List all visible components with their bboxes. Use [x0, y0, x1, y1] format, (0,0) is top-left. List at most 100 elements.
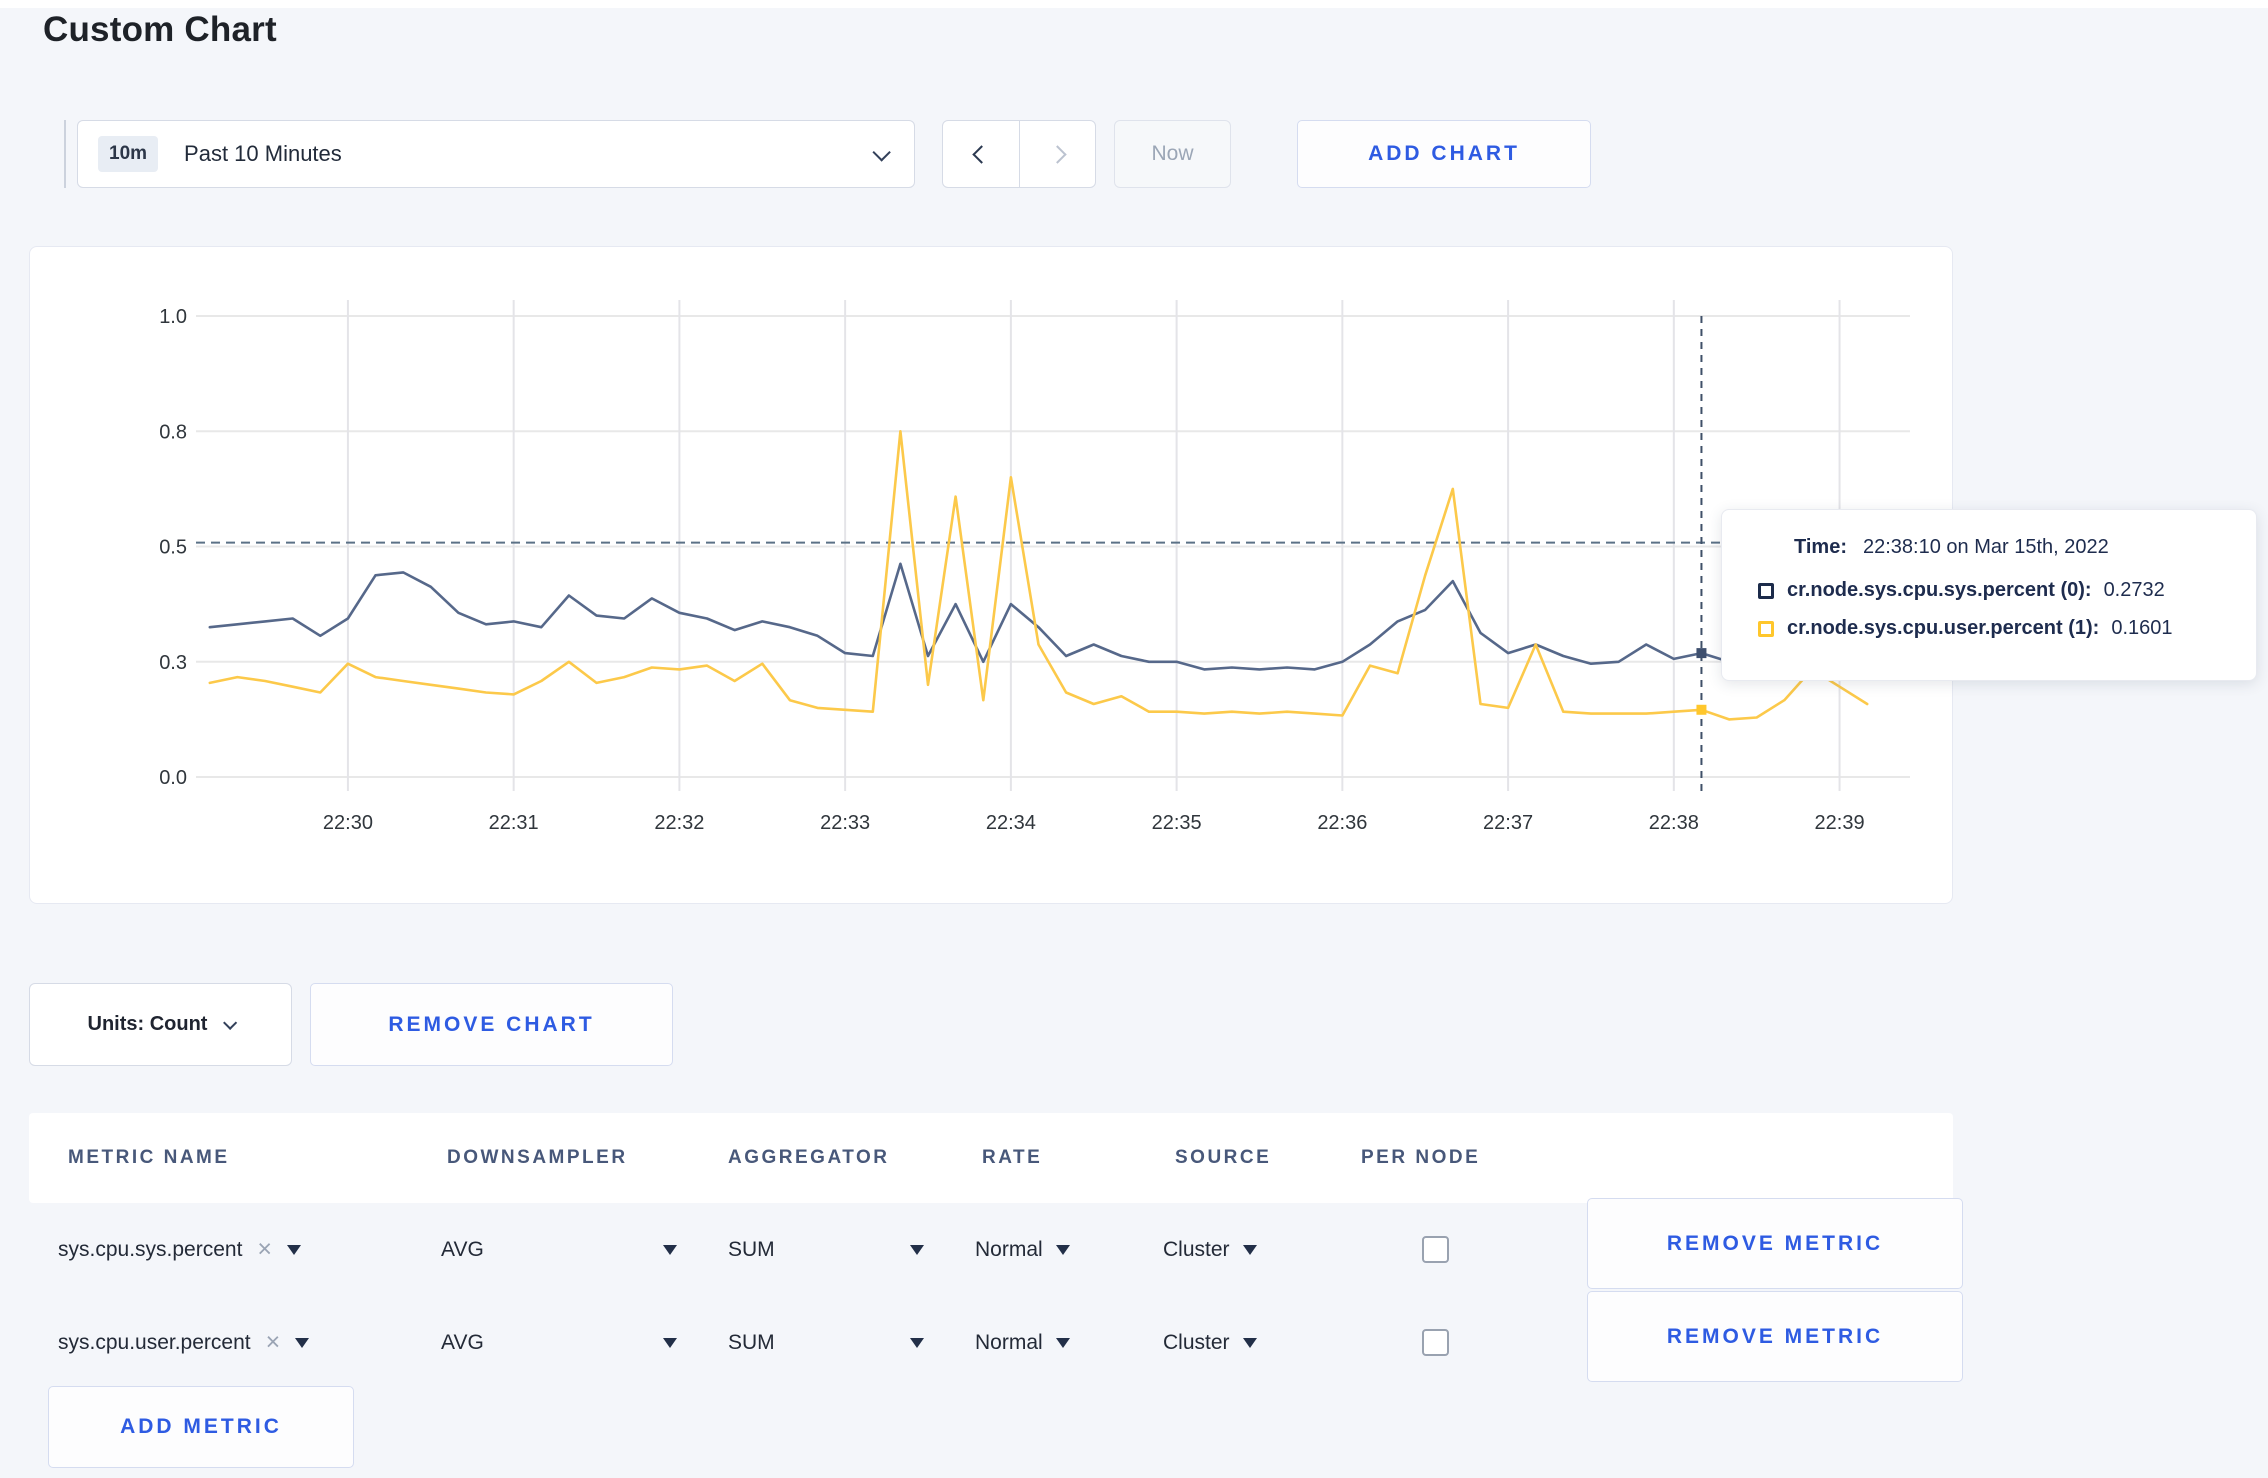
chevron-right-icon	[1048, 144, 1067, 164]
tooltip-series-value: 0.1601	[2111, 617, 2173, 639]
column-header: DOWNSAMPLER	[447, 1147, 628, 1168]
per-node-cell	[1422, 1296, 1449, 1389]
tooltip-time: Time: 22:38:10 on Mar 15th, 2022	[1794, 536, 2256, 559]
chart-tooltip: Time: 22:38:10 on Mar 15th, 2022 cr.node.…	[1721, 509, 2257, 681]
units-label: Units: Count	[87, 1013, 208, 1035]
chevron-down-icon	[223, 1015, 238, 1030]
top-strip	[0, 0, 2268, 8]
rate-value: Normal	[975, 1330, 1043, 1354]
toolbar-divider	[64, 120, 66, 188]
column-header: AGGREGATOR	[728, 1147, 890, 1168]
close-icon[interactable]: ×	[266, 1330, 281, 1355]
rate-select[interactable]: Normal	[975, 1203, 1070, 1296]
per-node-checkbox[interactable]	[1422, 1236, 1449, 1263]
tooltip-series-value: 0.2732	[2103, 579, 2165, 601]
chevron-left-icon	[971, 144, 991, 164]
metrics-table-header: METRIC NAME DOWNSAMPLER AGGREGATOR RATE SOUR…	[29, 1113, 1953, 1203]
series-user-line	[208, 430, 1869, 721]
aggregator-value: SUM	[728, 1330, 775, 1354]
hover-point-sys	[1696, 648, 1707, 659]
caret-down-icon	[910, 1244, 924, 1255]
table-row: sys.cpu.sys.percent × AVG SUM Normal Clu…	[29, 1198, 1963, 1296]
x-tick-label: 22:38	[1649, 812, 1699, 834]
x-tick-label: 22:33	[820, 812, 870, 834]
aggregator-select[interactable]: SUM	[728, 1296, 924, 1389]
now-button[interactable]: Now	[1114, 120, 1231, 188]
downsampler-select[interactable]: AVG	[441, 1296, 677, 1389]
remove-chart-button[interactable]: REMOVE CHART	[310, 983, 673, 1066]
page-title: Custom Chart	[43, 10, 277, 49]
source-select[interactable]: Cluster	[1163, 1203, 1257, 1296]
time-range-badge: 10m	[98, 136, 159, 172]
caret-down-icon	[1242, 1244, 1257, 1255]
downsampler-value: AVG	[441, 1330, 484, 1354]
column-header: SOURCE	[1175, 1147, 1272, 1168]
caret-down-icon	[1055, 1244, 1070, 1255]
chart-card: 0.0 0.3 0.5 0.8 1.0 22:30 22:31 22:32 22:33 22:34…	[29, 246, 1953, 904]
per-node-cell	[1422, 1203, 1449, 1296]
x-tick-label: 22:37	[1483, 812, 1533, 834]
column-header: PER NODE	[1361, 1147, 1481, 1168]
y-tick-label: 0.3	[159, 652, 187, 674]
column-header: RATE	[982, 1147, 1043, 1168]
source-value: Cluster	[1163, 1237, 1230, 1261]
tooltip-series-label: cr.node.sys.cpu.user.percent (1):	[1787, 617, 2100, 639]
caret-down-icon	[287, 1244, 302, 1255]
aggregator-select[interactable]: SUM	[728, 1203, 924, 1296]
timeseries-chart[interactable]: 0.0 0.3 0.5 0.8 1.0 22:30 22:31 22:32 22:33 22:34…	[30, 247, 1952, 903]
series-sys-line	[208, 562, 1869, 671]
x-tick-label: 22:36	[1317, 812, 1367, 834]
aggregator-value: SUM	[728, 1237, 775, 1261]
add-chart-button[interactable]: ADD CHART	[1297, 120, 1591, 188]
tooltip-series-row: cr.node.sys.cpu.user.percent (1): 0.1601	[1758, 617, 2256, 640]
caret-down-icon	[910, 1337, 924, 1348]
x-tick-label: 22:34	[986, 812, 1036, 834]
metric-name-label: sys.cpu.user.percent	[58, 1330, 251, 1354]
metric-name-select[interactable]: sys.cpu.sys.percent ×	[58, 1203, 302, 1296]
downsampler-value: AVG	[441, 1237, 484, 1261]
caret-down-icon	[1055, 1337, 1070, 1348]
series-user-swatch-icon	[1758, 620, 1774, 637]
column-header: METRIC NAME	[68, 1147, 230, 1168]
chevron-down-icon	[872, 142, 891, 162]
y-tick-label: 1.0	[159, 306, 187, 328]
close-icon[interactable]: ×	[257, 1237, 272, 1262]
tooltip-series-label: cr.node.sys.cpu.sys.percent (0):	[1787, 579, 2092, 601]
time-range-select[interactable]: 10m Past 10 Minutes	[77, 120, 915, 188]
y-tick-label: 0.8	[159, 421, 187, 443]
metric-name-label: sys.cpu.sys.percent	[58, 1237, 243, 1261]
add-metric-button[interactable]: ADD METRIC	[48, 1386, 354, 1468]
caret-down-icon	[663, 1337, 677, 1348]
caret-down-icon	[295, 1337, 310, 1348]
table-row: sys.cpu.user.percent × AVG SUM Normal Cl…	[29, 1291, 1963, 1389]
chart-svg: 0.0 0.3 0.5 0.8 1.0 22:30 22:31 22:32 22:33 22:34…	[159, 300, 1910, 834]
rate-select[interactable]: Normal	[975, 1296, 1070, 1389]
time-forward-button[interactable]	[1019, 121, 1095, 187]
time-back-button[interactable]	[943, 121, 1019, 187]
caret-down-icon	[663, 1244, 677, 1255]
hover-point-user	[1696, 704, 1707, 715]
remove-metric-button[interactable]: REMOVE METRIC	[1587, 1198, 1963, 1289]
remove-metric-button[interactable]: REMOVE METRIC	[1587, 1291, 1963, 1382]
y-tick-label: 0.5	[159, 537, 187, 559]
series-sys-swatch-icon	[1758, 582, 1774, 599]
y-tick-label: 0.0	[159, 767, 187, 789]
time-nav-arrows	[942, 120, 1096, 188]
tooltip-series-row: cr.node.sys.cpu.sys.percent (0): 0.2732	[1758, 579, 2256, 602]
x-tick-label: 22:32	[654, 812, 704, 834]
x-tick-label: 22:39	[1815, 812, 1865, 834]
per-node-checkbox[interactable]	[1422, 1329, 1449, 1356]
source-select[interactable]: Cluster	[1163, 1296, 1257, 1389]
x-tick-label: 22:30	[323, 812, 373, 834]
time-range-label: Past 10 Minutes	[184, 141, 342, 166]
source-value: Cluster	[1163, 1330, 1230, 1354]
downsampler-select[interactable]: AVG	[441, 1203, 677, 1296]
x-tick-label: 22:35	[1152, 812, 1202, 834]
x-tick-label: 22:31	[489, 812, 539, 834]
rate-value: Normal	[975, 1237, 1043, 1261]
units-select[interactable]: Units: Count	[29, 983, 292, 1066]
tooltip-time-label: Time:	[1794, 536, 1847, 558]
metric-name-select[interactable]: sys.cpu.user.percent ×	[58, 1296, 310, 1389]
tooltip-time-value: 22:38:10 on Mar 15th, 2022	[1862, 536, 2109, 558]
caret-down-icon	[1242, 1337, 1257, 1348]
